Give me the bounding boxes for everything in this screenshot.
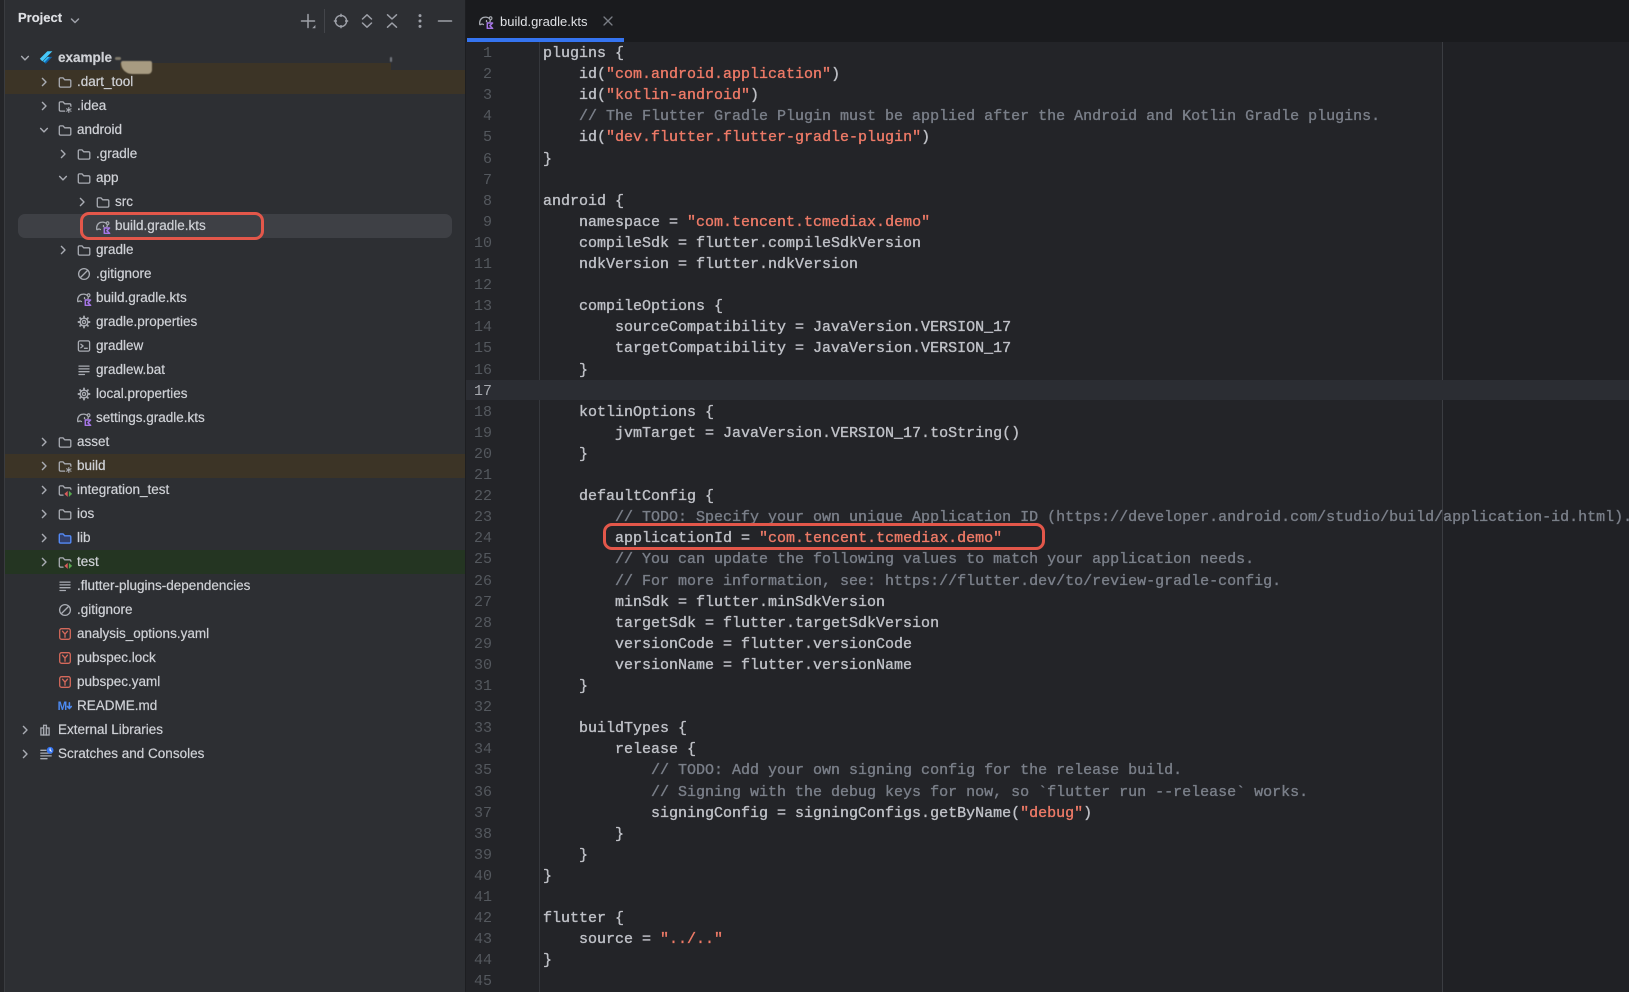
svg-text:M: M <box>58 701 68 713</box>
